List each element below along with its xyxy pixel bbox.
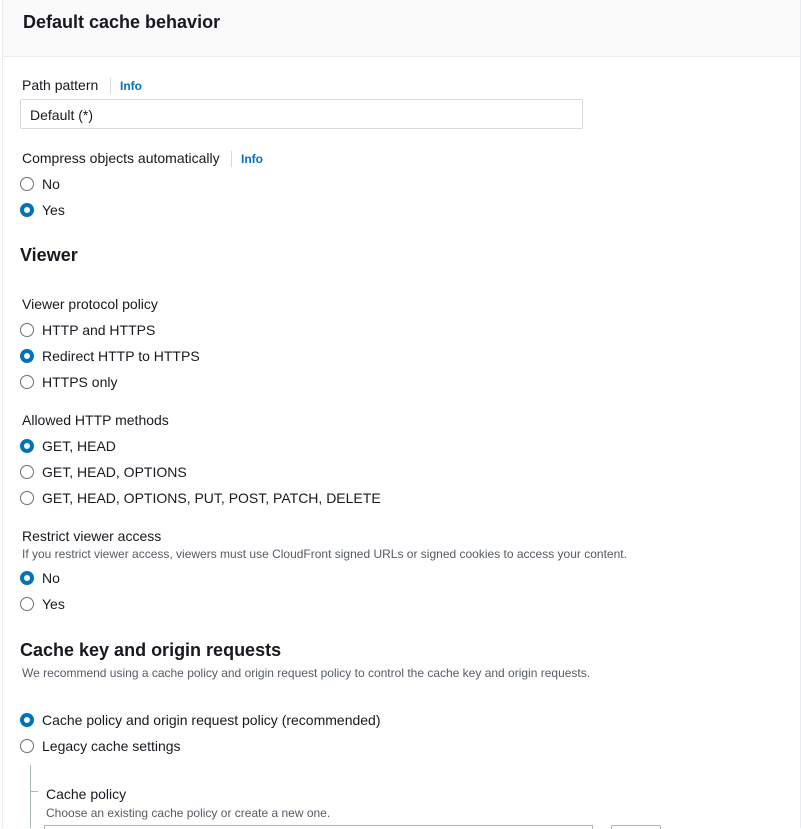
- cache-key-description: We recommend using a cache policy and or…: [22, 666, 591, 680]
- radio-label: GET, HEAD, OPTIONS: [42, 464, 187, 480]
- radio-label: GET, HEAD, OPTIONS, PUT, POST, PATCH, DE…: [42, 490, 381, 506]
- cache-policy-description: Choose an existing cache policy or creat…: [46, 806, 331, 820]
- viewer-protocol-policy-label: Viewer protocol policy: [22, 296, 158, 312]
- cache-policy-label: Cache policy: [46, 786, 127, 802]
- refresh-button[interactable]: [611, 825, 661, 829]
- nested-section-tick: [30, 791, 38, 792]
- path-pattern-value: Default (*): [30, 107, 94, 123]
- cache-key-section-title: Cache key and origin requests: [20, 640, 282, 660]
- panel-header: Default cache behavior: [3, 0, 800, 57]
- radio-label: Yes: [42, 202, 65, 218]
- radio-button-icon[interactable]: [20, 597, 34, 611]
- path-pattern-info-link[interactable]: Info: [110, 78, 142, 94]
- compress-objects-label: Compress objects automatically: [22, 150, 220, 166]
- radio-button-icon[interactable]: [20, 491, 34, 505]
- radio-button-icon[interactable]: [20, 375, 34, 389]
- radio-label: No: [42, 570, 60, 586]
- cache-policy-select[interactable]: [44, 825, 593, 829]
- radio-button-selected-icon[interactable]: [20, 571, 34, 585]
- radio-button-icon[interactable]: [20, 323, 34, 337]
- viewer-section-title: Viewer: [20, 245, 78, 265]
- panel-title: Default cache behavior: [23, 12, 221, 32]
- radio-button-selected-icon[interactable]: [20, 713, 34, 727]
- restrict-viewer-access-label: Restrict viewer access: [22, 528, 162, 544]
- radio-label: No: [42, 176, 60, 192]
- radio-button-selected-icon[interactable]: [20, 439, 34, 453]
- allowed-http-methods-label: Allowed HTTP methods: [22, 412, 169, 428]
- path-pattern-field[interactable]: Default (*): [20, 99, 583, 129]
- radio-label: Cache policy and origin request policy (…: [42, 712, 381, 728]
- radio-label: HTTPS only: [42, 374, 118, 390]
- nested-section-connector: [30, 765, 31, 828]
- path-pattern-label: Path pattern: [22, 77, 99, 93]
- radio-label: Redirect HTTP to HTTPS: [42, 348, 200, 364]
- radio-button-selected-icon[interactable]: [20, 203, 34, 217]
- radio-button-selected-icon[interactable]: [20, 349, 34, 363]
- radio-label: GET, HEAD: [42, 438, 116, 454]
- radio-button-icon[interactable]: [20, 465, 34, 479]
- compress-objects-info-link[interactable]: Info: [231, 151, 263, 167]
- radio-label: HTTP and HTTPS: [42, 322, 156, 338]
- restrict-viewer-access-description: If you restrict viewer access, viewers m…: [22, 547, 627, 561]
- radio-label: Yes: [42, 596, 65, 612]
- radio-label: Legacy cache settings: [42, 738, 181, 754]
- radio-button-icon[interactable]: [20, 739, 34, 753]
- radio-button-icon[interactable]: [20, 177, 34, 191]
